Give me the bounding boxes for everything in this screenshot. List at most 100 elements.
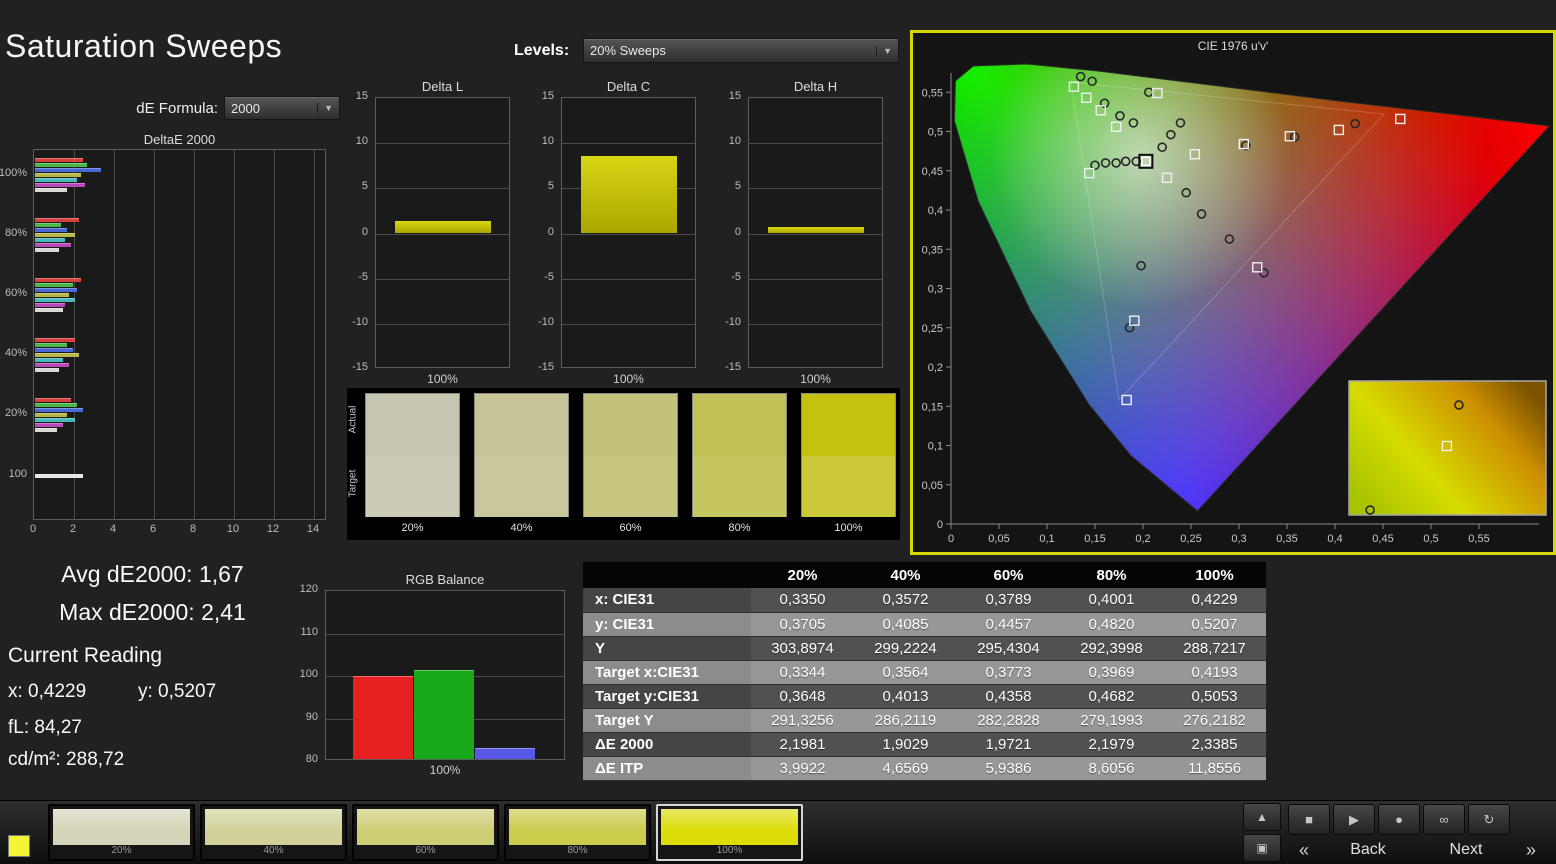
y-tick-label: 0 [548, 226, 554, 238]
de-bar [35, 238, 65, 242]
de-bar [35, 243, 71, 247]
de-bar [35, 343, 67, 347]
table-row: Target y:CIE310,36480,40130,43580,46820,… [583, 684, 1266, 708]
sample-button-20[interactable]: 20% [48, 804, 195, 861]
patch-label: 100% [801, 522, 896, 534]
next-button[interactable]: Next [1420, 838, 1512, 862]
sample-button-40[interactable]: 40% [200, 804, 347, 861]
delta-h-title: Delta H [748, 79, 883, 94]
table-cell: 0,4682 [1060, 684, 1163, 708]
panel-up-button[interactable]: ▲ [1243, 803, 1281, 831]
levels-select[interactable]: 20% Sweeps ▼ [583, 38, 899, 63]
actual-row-label: Actual [348, 402, 359, 438]
de-bar [35, 283, 73, 287]
y-category-label: 40% [5, 347, 27, 359]
rgb-x-label: 100% [325, 763, 565, 777]
delta-c-title: Delta C [561, 79, 696, 94]
row-label: ΔE 2000 [583, 732, 751, 756]
y-tick-label: 0,35 [922, 244, 943, 256]
row-label: x: CIE31 [583, 588, 751, 612]
y-tick-label: 0,05 [922, 480, 943, 492]
table-cell: 4,6569 [854, 756, 957, 780]
patch-label: 80% [692, 522, 787, 534]
deltae-x-labels: 02468101214 [33, 523, 326, 537]
table-cell: 303,8974 [751, 636, 854, 660]
deltae-chart-title: DeltaE 2000 [33, 132, 326, 147]
back-label: Back [1350, 841, 1386, 859]
patch-label: 40% [474, 522, 569, 534]
page-title: Saturation Sweeps [5, 28, 282, 65]
sample-chip [53, 809, 190, 845]
column-header: 60% [957, 562, 1060, 588]
deltae-y-labels: 100%80%60%40%20%100 [0, 149, 31, 520]
display-mode-button[interactable]: ▣ [1243, 834, 1281, 862]
target-swatch [802, 456, 895, 517]
patch-swatch-60 [583, 393, 678, 517]
de-bar [35, 163, 87, 167]
back-arrow-button[interactable]: « [1288, 838, 1320, 862]
y-category-label: 100% [0, 167, 27, 179]
refresh-button[interactable]: ↻ [1468, 804, 1510, 835]
table-cell: 2,1981 [751, 732, 854, 756]
row-label: y: CIE31 [583, 612, 751, 636]
table-cell: 11,8556 [1163, 756, 1266, 780]
y-tick-label: 90 [306, 711, 318, 723]
actual-swatch [366, 394, 459, 456]
de-bar [35, 228, 67, 232]
de-bar [35, 293, 69, 297]
current-x: x: 0,4229 [8, 681, 86, 703]
column-header: 80% [1060, 562, 1163, 588]
de-bar [35, 308, 63, 312]
back-button[interactable]: Back [1322, 838, 1414, 862]
loop-button[interactable]: ∞ [1423, 804, 1465, 835]
gridline [234, 150, 235, 519]
rgb-balance-title: RGB Balance [325, 572, 565, 587]
x-tick-label: 0 [948, 533, 954, 545]
y-tick-label: -10 [352, 316, 368, 328]
record-button[interactable]: ● [1378, 804, 1420, 835]
target-swatch [693, 456, 786, 517]
x-tick-label: 0,4 [1327, 533, 1342, 545]
delta-c-x-label: 100% [561, 372, 696, 386]
levels-label: Levels: [514, 42, 569, 60]
x-tick-label: 12 [263, 523, 283, 535]
chevron-down-icon: ▼ [317, 103, 333, 113]
stop-button[interactable]: ■ [1288, 804, 1330, 835]
y-tick-label: -5 [544, 271, 554, 283]
de-bar [35, 353, 79, 357]
de-bar [35, 188, 67, 192]
y-tick-label: 5 [362, 180, 368, 192]
delta-h-x-label: 100% [748, 372, 883, 386]
table-cell: 282,2828 [957, 708, 1060, 732]
delta-c-y-labels: 151050-5-10-15 [528, 97, 558, 368]
sample-button-100[interactable]: 100% [656, 804, 803, 861]
sample-button-60[interactable]: 60% [352, 804, 499, 861]
table-cell: 291,3256 [751, 708, 854, 732]
next-arrow-button[interactable]: » [1514, 838, 1548, 862]
de-bar [35, 418, 75, 422]
x-tick-label: 2 [63, 523, 83, 535]
delta-bar [768, 227, 864, 233]
gridline [314, 150, 315, 519]
table-header-row: 20%40%60%80%100% [583, 562, 1266, 588]
de-formula-select[interactable]: 2000 ▼ [224, 96, 340, 120]
target-swatch [584, 456, 677, 517]
y-tick-label: -10 [538, 316, 554, 328]
de-bar [35, 278, 81, 282]
x-tick-label: 0,35 [1276, 533, 1297, 545]
swatch-panel: Actual Target 20%40%60%80%100% [347, 388, 900, 540]
x-tick-label: 4 [103, 523, 123, 535]
play-button[interactable]: ▶ [1333, 804, 1375, 835]
table-cell: 0,5053 [1163, 684, 1266, 708]
table-cell: 279,1993 [1060, 708, 1163, 732]
table-cell: 0,3564 [854, 660, 957, 684]
table-row: x: CIE310,33500,35720,37890,40010,4229 [583, 588, 1266, 612]
sample-button-80[interactable]: 80% [504, 804, 651, 861]
table-cell: 0,3572 [854, 588, 957, 612]
cie-diagram: 00,050,10,150,20,250,30,350,40,450,50,55… [913, 33, 1553, 552]
x-tick-label: 8 [183, 523, 203, 535]
de-bar [35, 223, 61, 227]
delta-l-plot [375, 97, 510, 368]
table-cell: 288,7217 [1163, 636, 1266, 660]
gridline [749, 324, 882, 325]
